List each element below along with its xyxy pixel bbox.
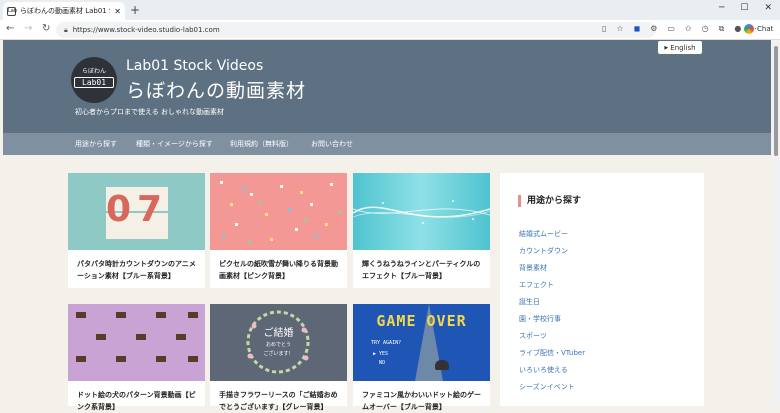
card-thumbnail[interactable] <box>68 304 205 381</box>
sidebar-item-sports[interactable]: スポーツ <box>519 331 547 341</box>
site-favicon-icon: Lab <box>7 6 18 16</box>
card-thumbnail[interactable] <box>210 173 347 250</box>
sidebar-item-season-events[interactable]: シーズンイベント <box>519 382 575 392</box>
language-switch[interactable]: ▶ English <box>658 41 702 54</box>
sidebar-item-school-events[interactable]: 園・学校行事 <box>519 314 561 324</box>
collections-icon[interactable]: ⧉ <box>719 24 725 34</box>
wreath-line2: おめでとう <box>265 342 291 348</box>
split-icon[interactable]: ▭ <box>667 24 675 34</box>
yes-option: ▶ YES <box>373 351 389 357</box>
sidebar-item-effect[interactable]: エフェクト <box>519 280 554 290</box>
confetti-illustration <box>220 181 341 244</box>
close-tab-icon[interactable]: ✕ <box>114 7 121 16</box>
dog-pattern-illustration <box>76 312 198 362</box>
video-card-confetti[interactable]: ピクセルの紙吹雪が舞い降りる背景動画素材【ピンク背景】 <box>210 173 347 288</box>
toolbar-icons: ▯ ☆ ◼ ⚙ ▭ ✩ ◷ ⧉ ● ⋯ <box>602 24 759 34</box>
forward-icon[interactable]: → <box>24 23 32 34</box>
site-tagline: 初心者からプロまで使える おしゃれな動画素材 <box>75 108 225 116</box>
site-name-en[interactable]: Lab01 Stock Videos <box>126 58 263 74</box>
no-option: NO <box>379 360 386 366</box>
countdown-digits: 07 <box>106 189 169 230</box>
card-thumbnail[interactable] <box>353 173 490 250</box>
site-logo[interactable]: らぼわん Lab01 <box>71 57 117 103</box>
minimize-icon[interactable]: ─ <box>719 3 724 13</box>
close-window-icon[interactable]: ✕ <box>764 3 772 13</box>
sidebar-item-birthday[interactable]: 誕生日 <box>519 297 540 307</box>
global-menu: 用途から探す 種類・イメージから探す 利用規約（無料版） お問い合わせ <box>3 133 771 155</box>
url-field[interactable]: 🔒︎ https://www.stock-video.studio-lab01.… <box>56 22 656 38</box>
scrollbar-thumb[interactable] <box>774 46 778 156</box>
sidebar-item-live-vtuber[interactable]: ライブ配信・VTuber <box>519 348 585 358</box>
copilot-icon <box>744 24 754 34</box>
site-name-ja[interactable]: らぼわんの動画素材 <box>126 76 306 103</box>
card-thumbnail[interactable]: GAME OVER TRY AGAIN? ▶ YES NO <box>353 304 490 381</box>
sidebar-item-countdown[interactable]: カウントダウン <box>519 246 568 256</box>
browser-tab[interactable]: Lab らぼわんの動画素材 Lab01 Stock Vi ✕ <box>3 2 125 20</box>
new-tab-icon[interactable]: + <box>130 3 140 17</box>
card-thumbnail[interactable]: ご結婚 おめでとう ございます！ <box>210 304 347 381</box>
card-title[interactable]: 輝くうねうねラインとパーティクルのエフェクト【ブルー背景】 <box>353 250 490 282</box>
game-over-text: GAME OVER <box>376 312 467 330</box>
page-scrollbar[interactable] <box>772 40 780 406</box>
profile-avatar-icon[interactable]: ● <box>734 24 741 34</box>
wave-lines-illustration <box>353 200 490 224</box>
sidebar-heading: 用途から探す <box>518 195 581 207</box>
card-title[interactable]: ドット絵の犬のパターン背景動画【ピンク系背景】 <box>68 381 205 413</box>
tab-title: らぼわんの動画素材 Lab01 Stock Vi <box>20 7 110 15</box>
lock-icon: 🔒︎ <box>64 25 68 34</box>
url-text: https://www.stock-video.studio-lab01.com <box>72 26 220 34</box>
video-card-lines[interactable]: 輝くうねうねラインとパーティクルのエフェクト【ブルー背景】 <box>353 173 490 288</box>
gear-extension-icon[interactable]: ⚙ <box>650 24 657 34</box>
language-label: English <box>670 43 696 52</box>
caret-right-icon: ▶ <box>664 44 669 51</box>
browser-tab-bar: Lab らぼわんの動画素材 Lab01 Stock Vi ✕ + ─ ☐ ✕ <box>0 0 780 20</box>
video-card-dog-pattern[interactable]: ドット絵の犬のパターン背景動画【ピンク系背景】 <box>68 304 205 411</box>
logo-line2: Lab01 <box>74 77 114 88</box>
card-title[interactable]: ファミコン風かわいいドット絵のゲームオーバー【ブルー背景】 <box>353 381 490 413</box>
window-controls: ─ ☐ ✕ <box>719 3 772 13</box>
sidebar-item-background[interactable]: 背景素材 <box>519 263 547 273</box>
extension-icon[interactable]: ◼ <box>634 24 641 34</box>
try-again-text: TRY AGAIN? <box>371 340 402 346</box>
video-card-flower-wreath[interactable]: ご結婚 おめでとう ございます！ 手描きフラワーリースの「ご結婚おめでとうござい… <box>210 304 347 411</box>
chat-button[interactable]: Chat <box>744 24 773 34</box>
video-card-game-over[interactable]: GAME OVER TRY AGAIN? ▶ YES NO ファミコン風かわいい… <box>353 304 490 411</box>
card-title[interactable]: 手描きフラワーリースの「ご結婚おめでとうございます」【グレー背景】 <box>210 381 347 413</box>
card-thumbnail[interactable]: 07 <box>68 173 205 250</box>
reader-icon[interactable]: ▯ <box>602 24 606 34</box>
card-title[interactable]: ピクセルの紙吹雪が舞い降りる背景動画素材【ピンク背景】 <box>210 250 347 282</box>
back-icon[interactable]: ← <box>6 23 14 34</box>
video-card-countdown[interactable]: 07 パタパタ時計カウントダウンのアニメーション素材【ブルー系背景】 <box>68 173 205 288</box>
sidebar-item-versatile[interactable]: いろいろ使える <box>519 365 568 375</box>
refresh-icon[interactable]: ↻ <box>42 23 50 34</box>
history-icon[interactable]: ◷ <box>702 24 709 34</box>
menu-item-type[interactable]: 種類・イメージから探す <box>136 139 213 149</box>
logo-line1: らぼわん <box>81 68 106 75</box>
sidebar: 用途から探す 結婚式ムービー カウントダウン 背景素材 エフェクト 誕生日 園・… <box>500 173 704 406</box>
menu-item-contact[interactable]: お問い合わせ <box>311 139 353 149</box>
wreath-line3: ございます！ <box>263 351 294 357</box>
favorite-star-icon[interactable]: ☆ <box>616 24 623 34</box>
wreath-line1: ご結婚 <box>263 328 294 339</box>
chat-label: Chat <box>757 25 774 33</box>
card-title[interactable]: パタパタ時計カウントダウンのアニメーション素材【ブルー系背景】 <box>68 250 205 282</box>
maximize-icon[interactable]: ☐ <box>740 3 748 13</box>
address-bar-row: ← → ↻ 🔒︎ https://www.stock-video.studio-… <box>0 20 780 40</box>
favorites-icon[interactable]: ✩ <box>685 24 692 34</box>
yes-label: YES <box>379 351 389 357</box>
sidebar-item-wedding[interactable]: 結婚式ムービー <box>519 229 568 239</box>
menu-item-usage[interactable]: 用途から探す <box>75 139 117 149</box>
menu-item-terms[interactable]: 利用規約（無料版） <box>230 139 293 149</box>
site-header: らぼわん Lab01 Lab01 Stock Videos らぼわんの動画素材 … <box>3 40 771 133</box>
turtle-sprite <box>435 360 449 370</box>
